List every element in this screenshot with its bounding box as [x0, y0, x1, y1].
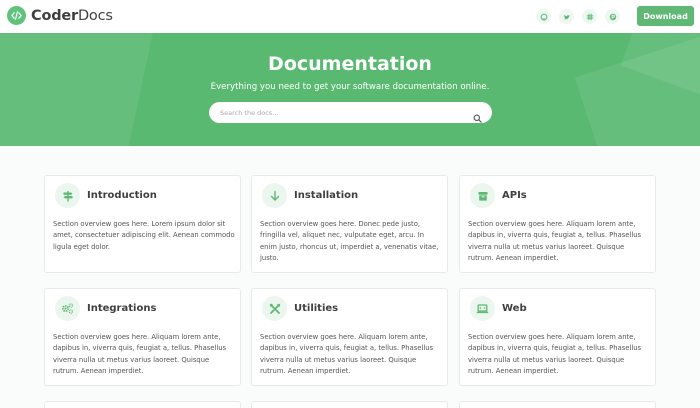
tools-icon [262, 296, 287, 321]
section-description: Section overview goes here. Lorem ipsum … [53, 220, 235, 251]
social-links [536, 9, 620, 24]
page-title: Documentation [268, 53, 432, 75]
section-card-partial[interactable] [251, 401, 448, 408]
slack-icon[interactable] [582, 9, 597, 24]
section-title[interactable]: Utilities [294, 303, 338, 314]
section-card-partial[interactable] [459, 401, 656, 408]
hero-banner: Documentation Everything you need to get… [0, 33, 700, 146]
section-card-integrations[interactable]: Integrations Section overview goes here.… [44, 288, 241, 386]
arrow-down-icon [262, 183, 287, 208]
section-description: Section overview goes here. Aliquam lore… [468, 220, 642, 263]
section-title[interactable]: APIs [502, 190, 527, 201]
github-icon[interactable] [536, 9, 551, 24]
brand-name: CoderDocs [31, 8, 113, 24]
section-title[interactable]: Installation [294, 190, 358, 201]
search-icon[interactable] [473, 108, 482, 123]
section-description: Section overview goes here. Donec pede j… [260, 220, 439, 263]
section-description: Section overview goes here. Aliquam lore… [53, 333, 227, 376]
section-card-introduction[interactable]: Introduction Section overview goes here.… [44, 175, 241, 273]
box-icon [470, 183, 495, 208]
section-card-web[interactable]: Web Section overview goes here. Aliquam … [459, 288, 656, 386]
cogs-icon [55, 296, 80, 321]
section-card-utilities[interactable]: Utilities Section overview goes here. Al… [251, 288, 448, 386]
site-header: CoderDocs Download [0, 0, 700, 33]
section-title[interactable]: Web [502, 303, 527, 314]
search-input[interactable] [220, 102, 470, 123]
brand-name-light: Docs [77, 7, 113, 24]
code-icon [7, 6, 26, 25]
section-title[interactable]: Integrations [87, 303, 156, 314]
product-hunt-icon[interactable] [605, 9, 620, 24]
logo[interactable]: CoderDocs [7, 6, 113, 25]
section-card-installation[interactable]: Installation Section overview goes here.… [251, 175, 448, 273]
page-subtitle: Everything you need to get your software… [210, 82, 490, 92]
laptop-code-icon [470, 296, 495, 321]
download-button[interactable]: Download [637, 6, 694, 26]
section-card-partial[interactable] [44, 401, 241, 408]
section-description: Section overview goes here. Aliquam lore… [468, 333, 642, 376]
search-box [209, 102, 492, 123]
section-card-apis[interactable]: APIs Section overview goes here. Aliquam… [459, 175, 656, 273]
signpost-icon [55, 183, 80, 208]
brand-name-bold: Coder [31, 7, 78, 24]
twitter-icon[interactable] [559, 9, 574, 24]
section-description: Section overview goes here. Aliquam lore… [260, 333, 434, 376]
section-title[interactable]: Introduction [87, 190, 157, 201]
